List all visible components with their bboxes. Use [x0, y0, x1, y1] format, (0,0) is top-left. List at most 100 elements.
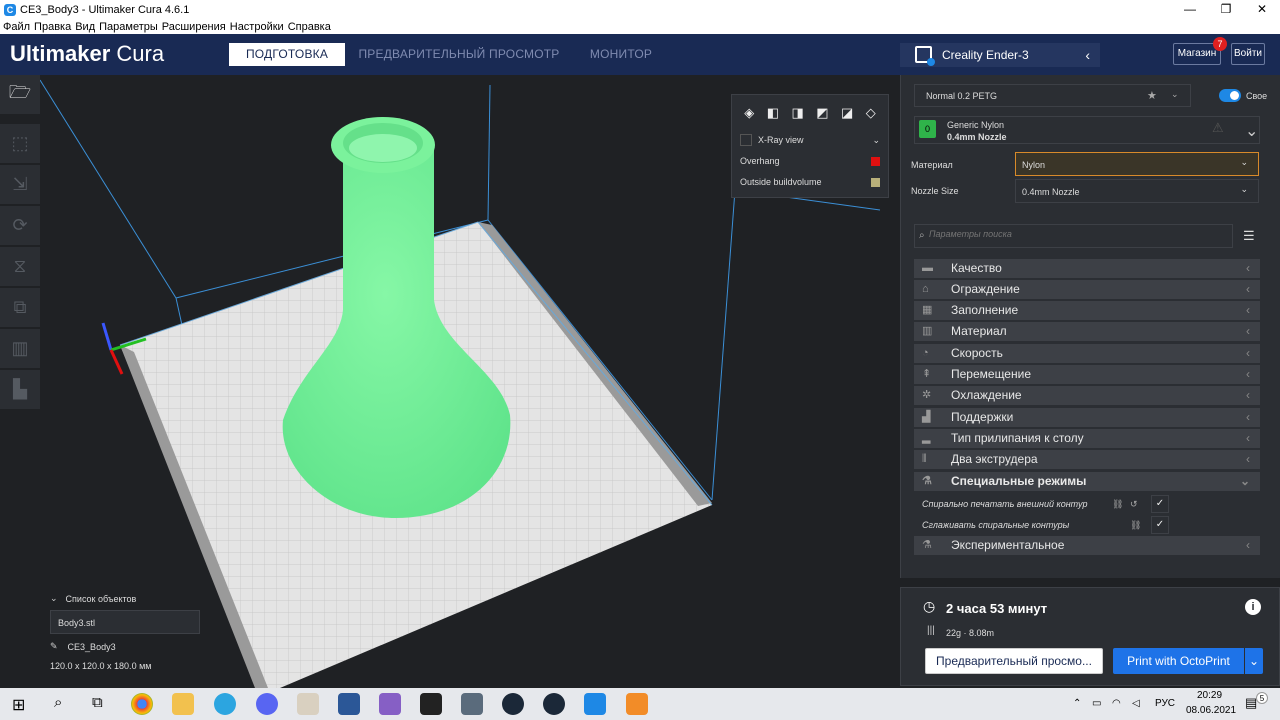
settings-category[interactable]: ▂ Тип прилипания к столу ‹ — [914, 429, 1260, 448]
category-label: Качество — [951, 261, 1002, 275]
overhang-legend: Overhang — [740, 154, 880, 168]
category-label: Два экструдера — [951, 452, 1038, 466]
word-icon[interactable] — [338, 693, 360, 715]
discord-icon[interactable] — [256, 693, 278, 715]
fusion-icon[interactable] — [626, 693, 648, 715]
smooth-spiral-checkbox[interactable]: ✓ — [1151, 516, 1169, 534]
paint-icon[interactable] — [297, 693, 319, 715]
tab-prepare[interactable]: ПОДГОТОВКА — [229, 43, 345, 66]
settings-category[interactable]: ✲ Охлаждение ‹ — [914, 386, 1260, 405]
menu-file[interactable]: Файл — [3, 21, 30, 33]
view-type-icon[interactable]: ◇ — [866, 105, 876, 121]
chevron-down-icon[interactable]: ⌄ — [872, 135, 880, 146]
minimize-button[interactable]: — — [1172, 0, 1208, 19]
scale-tool[interactable]: ⇲ — [0, 165, 40, 205]
close-button[interactable]: ✕ — [1244, 0, 1280, 19]
settings-category[interactable]: ▦ Заполнение ‹ — [914, 301, 1260, 320]
visual-studio-icon[interactable] — [379, 693, 401, 715]
view-3d-icon[interactable]: ◈ — [744, 105, 754, 121]
tray-chevron-icon[interactable]: ⌃ — [1073, 688, 1081, 720]
maximize-button[interactable]: ❐ — [1208, 0, 1244, 19]
clock-time[interactable]: 20:29 — [1197, 690, 1222, 701]
menu-help[interactable]: Справка — [288, 21, 331, 33]
settings-search[interactable]: ⌕ — [914, 224, 1233, 248]
menu-view[interactable]: Вид — [75, 21, 95, 33]
nozzle-dropdown[interactable]: 0.4mm Nozzle ⌄ — [1015, 179, 1259, 203]
category-icon: ◔ — [922, 347, 929, 359]
chevron-left-icon: ‹ — [1246, 261, 1250, 275]
material-dropdown[interactable]: Nylon ⌄ — [1015, 152, 1259, 176]
settings-category[interactable]: ▬ Качество ‹ — [914, 259, 1260, 278]
chevron-left-icon: ‹ — [1246, 346, 1250, 360]
chevron-left-icon: ‹ — [1246, 367, 1250, 381]
chrome-icon[interactable] — [131, 693, 153, 715]
settings-category[interactable]: ⚗ Специальные режимы ⌄ — [914, 472, 1260, 491]
telegram-icon[interactable] — [214, 693, 236, 715]
search-input[interactable] — [929, 229, 1219, 239]
view-top-icon[interactable]: ◨ — [791, 105, 803, 121]
mirror-tool[interactable]: ⧖ — [0, 247, 40, 287]
preview-button[interactable]: Предварительный просмо... — [925, 648, 1103, 674]
print-octoprint-button[interactable]: Print with OctoPrint — [1113, 648, 1244, 674]
menu-icon[interactable]: ☰ — [1243, 228, 1255, 244]
view-left-icon[interactable]: ◩ — [816, 105, 828, 121]
info-icon[interactable]: i — [1245, 599, 1261, 615]
settings-category[interactable]: ⌂ Ограждение ‹ — [914, 280, 1260, 299]
xray-row[interactable]: X-Ray view ⌄ — [740, 133, 880, 147]
menu-extensions[interactable]: Расширения — [162, 21, 226, 33]
settings-category[interactable]: ▥ Материал ‹ — [914, 322, 1260, 341]
settings-category[interactable]: ◔ Скорость ‹ — [914, 344, 1260, 363]
object-file-item[interactable]: Body3.stl — [50, 610, 200, 634]
reset-icon[interactable]: ↺ — [1130, 495, 1138, 513]
star-icon[interactable]: ★ — [1147, 89, 1157, 102]
tab-monitor[interactable]: МОНИТОР — [580, 43, 662, 66]
terminal-icon[interactable] — [420, 693, 442, 715]
custom-toggle[interactable] — [1219, 89, 1241, 102]
x-axis — [109, 349, 124, 375]
language-indicator[interactable]: РУС — [1155, 688, 1175, 720]
category-icon: ▟ — [922, 411, 931, 423]
steam-icon[interactable] — [502, 693, 524, 715]
menu-settings[interactable]: Параметры — [99, 21, 158, 33]
overhang-label: Overhang — [740, 156, 780, 166]
left-toolbar: 🗁 ⬚ ⇲ ⟳ ⧖ ⧉ ▥ ▙ — [0, 75, 40, 410]
open-file-button[interactable]: 🗁 — [0, 75, 40, 115]
signin-button[interactable]: Войти — [1231, 43, 1265, 65]
menu-edit[interactable]: Правка — [34, 21, 71, 33]
object-list-header[interactable]: ⌄ Список объектов — [50, 593, 260, 604]
printer-selector[interactable]: Creality Ender-3 ‹ — [900, 43, 1100, 67]
per-model-settings-tool[interactable]: ⧉ — [0, 288, 40, 328]
per-model-icon: ⧉ — [13, 297, 27, 317]
object-name-row[interactable]: ✎ CE3_Body3 — [50, 641, 260, 652]
menu-preferences[interactable]: Настройки — [230, 21, 284, 33]
steam-icon-2[interactable] — [543, 693, 565, 715]
chevron-down-icon: ⌄ — [50, 593, 58, 603]
settings-category[interactable]: ⫴ Два экструдера ‹ — [914, 450, 1260, 469]
task-view-icon[interactable]: ⧉ — [92, 694, 103, 711]
move-tool[interactable]: ⬚ — [0, 124, 40, 164]
extruder-card[interactable]: 0 Generic Nylon 0.4mm Nozzle ⚠ ⌄ — [914, 116, 1260, 144]
search-icon[interactable]: ⌕ — [54, 694, 62, 711]
settings-category[interactable]: ⚗ Экспериментальное ‹ — [914, 536, 1260, 555]
chevron-left-icon: ‹ — [1246, 388, 1250, 402]
rotate-tool[interactable]: ⟳ — [0, 206, 40, 246]
object-dimensions: 120.0 x 120.0 x 180.0 мм — [50, 661, 152, 671]
tab-preview[interactable]: ПРЕДВАРИТЕЛЬНЫЙ ПРОСМОТР — [358, 43, 560, 66]
explorer-icon[interactable] — [172, 693, 194, 715]
profile-name: Normal 0.2 PETG — [926, 91, 998, 101]
view-front-icon[interactable]: ◧ — [767, 105, 779, 121]
profile-dropdown[interactable]: Normal 0.2 PETG ★ ⌄ — [914, 84, 1191, 107]
clock-date[interactable]: 08.06.2021 — [1186, 705, 1236, 716]
settings-category[interactable]: ▟ Поддержки ‹ — [914, 408, 1260, 427]
spiralize-checkbox[interactable]: ✓ — [1151, 495, 1169, 513]
windows-start-icon[interactable]: ⊞ — [12, 695, 25, 715]
settings-category[interactable]: ⇞ Перемещение ‹ — [914, 365, 1260, 384]
support-blocker-tool[interactable]: ▥ — [0, 329, 40, 369]
layer-tool[interactable]: ▙ — [0, 370, 40, 410]
view-right-icon[interactable]: ◪ — [841, 105, 853, 121]
xray-checkbox[interactable] — [740, 134, 752, 146]
cura-taskbar-icon[interactable] — [584, 693, 606, 715]
print-options-chevron[interactable]: ⌄ — [1245, 648, 1263, 674]
calculator-icon[interactable] — [461, 693, 483, 715]
category-label: Заполнение — [951, 303, 1019, 317]
